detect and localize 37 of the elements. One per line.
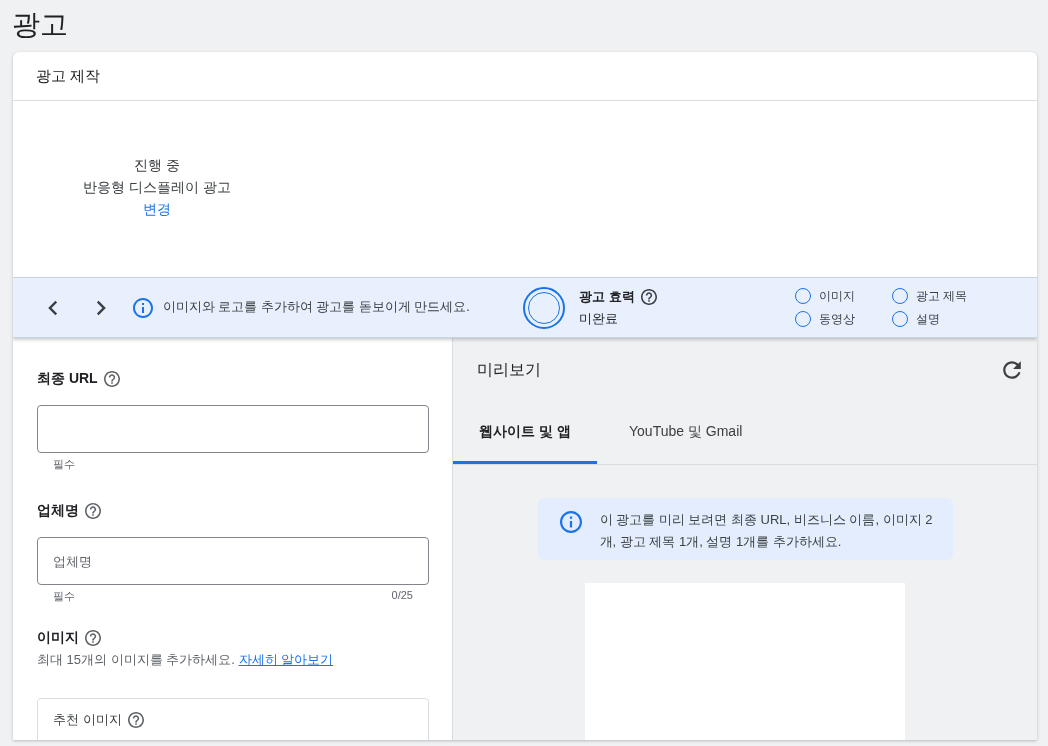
- ad-strength-label: 광고 효력: [579, 287, 635, 306]
- ad-type-name: 반응형 디스플레이 광고: [83, 178, 231, 197]
- refresh-button[interactable]: [1001, 359, 1023, 381]
- ad-status: 진행 중: [134, 156, 180, 175]
- notice-text: 이 광고를 미리 보려면 최종 URL, 비즈니스 이름, 이미지 2개, 광고 제목 1개, 설명 1개를 추가하세요.: [599, 511, 934, 551]
- checklist-label: 동영상: [819, 310, 855, 328]
- checklist-label: 이미지: [819, 287, 855, 305]
- page-title: 광고: [11, 8, 69, 42]
- help-icon[interactable]: [85, 630, 101, 646]
- help-icon[interactable]: [127, 712, 144, 728]
- change-link[interactable]: 변경: [143, 198, 171, 220]
- business-name-field[interactable]: 업체명: [37, 537, 429, 585]
- ad-strength-ring: [523, 286, 565, 329]
- checklist-label: 설명: [916, 310, 940, 328]
- checklist-label: 광고 제목: [916, 287, 968, 305]
- help-icon[interactable]: [85, 503, 101, 519]
- field-label: 업체명: [37, 502, 79, 520]
- character-counter: 0/25: [391, 589, 413, 603]
- preview-tab[interactable]: YouTube 및 Gmail: [597, 402, 775, 464]
- images-description: 최대 15개의 이미지를 추가하세요. 자세히 알아보기: [37, 651, 335, 669]
- helper-text: 필수: [53, 589, 75, 604]
- help-icon[interactable]: [640, 288, 657, 305]
- recommended-images-label: 추천 이미지: [53, 711, 122, 729]
- learn-more-link[interactable]: 자세히 알아보기: [238, 652, 334, 667]
- final-url-field[interactable]: [37, 405, 429, 453]
- ad-strength-value: 미완료: [579, 309, 619, 328]
- refresh-icon: [1001, 359, 1023, 381]
- field-label: 이미지: [37, 629, 79, 647]
- preview-title: 미리보기: [477, 359, 541, 380]
- helper-text: 필수: [53, 457, 75, 472]
- info-icon: [133, 297, 153, 318]
- help-icon[interactable]: [103, 371, 120, 387]
- info-icon: [559, 511, 582, 533]
- tip-text: 이미지와 로고를 추가하여 광고를 돋보이게 만드세요.: [163, 299, 470, 316]
- field-label: 최종 URL: [37, 370, 98, 388]
- card-title: 광고 제작: [36, 66, 101, 86]
- preview-tab[interactable]: 웹사이트 및 앱: [453, 402, 597, 464]
